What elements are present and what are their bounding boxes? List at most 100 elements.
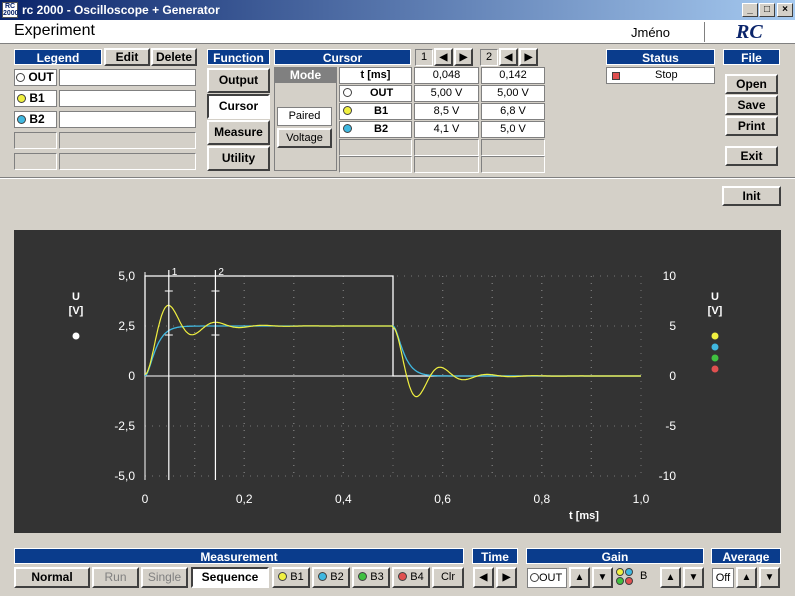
x-axis-label: t [ms]	[569, 510, 599, 522]
y-right-tick-label: -5	[665, 419, 676, 433]
legend-row-b2[interactable]: B2	[14, 111, 57, 128]
channel-label: B3	[370, 571, 384, 583]
cursor-1-left-button[interactable]: ◀	[434, 48, 453, 66]
clear-button[interactable]: Clr	[432, 567, 464, 588]
cursor-row-label: B1	[374, 105, 389, 117]
y-right-tick-label: 0	[669, 369, 676, 383]
measurement-title: Measurement	[14, 548, 464, 564]
init-button[interactable]: Init	[722, 186, 781, 206]
legend-delete-button[interactable]: Delete	[151, 48, 197, 66]
time-title: Time	[472, 548, 518, 564]
cursor-empty-cell	[414, 139, 479, 156]
channel-b1-toggle[interactable]: B1	[272, 567, 310, 588]
legend-empty-cell	[59, 153, 196, 170]
gain-b-up-button[interactable]: ▲	[660, 567, 681, 588]
user-name: Jméno	[631, 25, 671, 40]
run-button[interactable]: Run	[92, 567, 139, 588]
out-channel-dot	[72, 332, 80, 340]
gain-out-down-button[interactable]: ▼	[592, 567, 613, 588]
out-dot-icon	[530, 573, 539, 582]
cursor-1-right-button[interactable]: ▶	[454, 48, 473, 66]
mode-paired-option[interactable]: Paired	[277, 107, 332, 126]
time-left-button[interactable]: ◀	[473, 567, 494, 588]
cursor-t2-value: 0,142	[481, 67, 545, 84]
single-button[interactable]: Single	[141, 567, 188, 588]
out-dot-icon	[343, 88, 352, 97]
cursor-b1-v1: 8,5 V	[414, 103, 479, 120]
y-right-axis-label: U	[711, 291, 719, 303]
cursor-row-label: OUT	[370, 87, 394, 99]
x-tick-label: 0	[142, 492, 149, 506]
average-up-button[interactable]: ▲	[736, 567, 757, 588]
gain-b-down-button[interactable]: ▼	[683, 567, 704, 588]
down-arrow-icon: ▼	[688, 572, 699, 583]
exit-button[interactable]: Exit	[725, 146, 778, 166]
up-arrow-icon: ▲	[741, 572, 752, 583]
y-left-tick-label: 0	[128, 369, 135, 383]
legend-text-out[interactable]	[59, 69, 196, 86]
gain-out-text: OUT	[539, 572, 563, 584]
legend-title: Legend	[14, 49, 102, 65]
gain-out-up-button[interactable]: ▲	[569, 567, 590, 588]
multi-channel-icon	[616, 568, 634, 586]
header-bar: Experiment Jméno RC	[0, 20, 795, 44]
mode-label: Mode	[274, 67, 337, 83]
cursor-b2-v2: 5,0 V	[481, 121, 545, 138]
function-cursor-button[interactable]: Cursor	[207, 94, 270, 119]
gain-out-label: OUT	[527, 568, 567, 588]
average-down-button[interactable]: ▼	[759, 567, 780, 588]
left-arrow-icon: ◀	[479, 572, 488, 583]
close-button[interactable]: ×	[777, 3, 793, 17]
legend-empty-cell	[14, 132, 57, 149]
y-left-tick-label: 2,5	[118, 319, 135, 333]
channel-b2-toggle[interactable]: B2	[312, 567, 350, 588]
legend-label: B2	[29, 112, 45, 126]
function-title: Function	[207, 49, 270, 65]
x-tick-label: 0,4	[335, 492, 352, 506]
y-left-axis-label: U	[72, 291, 80, 303]
oscilloscope-chart: 0 0,2 0,4 0,6 0,8 1,0 5,0 2,5 0 -2,5 -5,0 10 5 0 -5 -10…	[69, 267, 723, 522]
function-measure-button[interactable]: Measure	[207, 120, 270, 145]
b1-dot-icon	[17, 94, 26, 103]
legend-text-b2[interactable]	[59, 111, 196, 128]
channel-label: B1	[290, 571, 304, 583]
header-divider	[704, 22, 705, 42]
minimize-button[interactable]: _	[742, 3, 758, 17]
cursor-empty-cell	[414, 156, 479, 173]
title-bar: RC 2000 rc 2000 - Oscilloscope + Generat…	[0, 0, 795, 20]
legend-row-b1[interactable]: B1	[14, 90, 57, 107]
channel-b3-toggle[interactable]: B3	[352, 567, 390, 588]
cursor-2-left-button[interactable]: ◀	[499, 48, 518, 66]
legend-edit-button[interactable]: Edit	[104, 48, 150, 66]
time-right-button[interactable]: ▶	[496, 567, 517, 588]
channel-label: B4	[410, 571, 424, 583]
cursor-b2-v1: 4,1 V	[414, 121, 479, 138]
function-output-button[interactable]: Output	[207, 68, 270, 93]
status-text: Stop	[655, 69, 678, 81]
y-right-tick-label: 5	[669, 319, 676, 333]
x-tick-label: 0,6	[434, 492, 451, 506]
save-button[interactable]: Save	[725, 95, 778, 115]
maximize-button[interactable]: □	[759, 3, 775, 17]
status-stop-icon	[612, 72, 620, 80]
sequence-button[interactable]: Sequence	[191, 567, 269, 588]
normal-button[interactable]: Normal	[14, 567, 90, 588]
y-left-tick-label: -2,5	[114, 419, 135, 433]
y-right-tick-label: -10	[659, 469, 677, 483]
function-utility-button[interactable]: Utility	[207, 146, 270, 171]
up-arrow-icon: ▲	[574, 572, 585, 583]
average-title: Average	[711, 548, 781, 564]
print-button[interactable]: Print	[725, 116, 778, 136]
cursor-2-right-button[interactable]: ▶	[519, 48, 538, 66]
b1-dot-icon	[278, 572, 288, 581]
channel-b4-toggle[interactable]: B4	[392, 567, 430, 588]
right-arrow-icon: ▶	[502, 572, 511, 583]
cursor-empty-cell	[339, 156, 412, 173]
down-arrow-icon: ▼	[597, 572, 608, 583]
open-button[interactable]: Open	[725, 74, 778, 94]
mode-voltage-button[interactable]: Voltage	[277, 128, 332, 148]
cursor-row-b2: B2	[339, 121, 412, 138]
legend-text-b1[interactable]	[59, 90, 196, 107]
window-title: rc 2000 - Oscilloscope + Generator	[22, 3, 220, 17]
legend-row-out[interactable]: OUT	[14, 69, 57, 86]
